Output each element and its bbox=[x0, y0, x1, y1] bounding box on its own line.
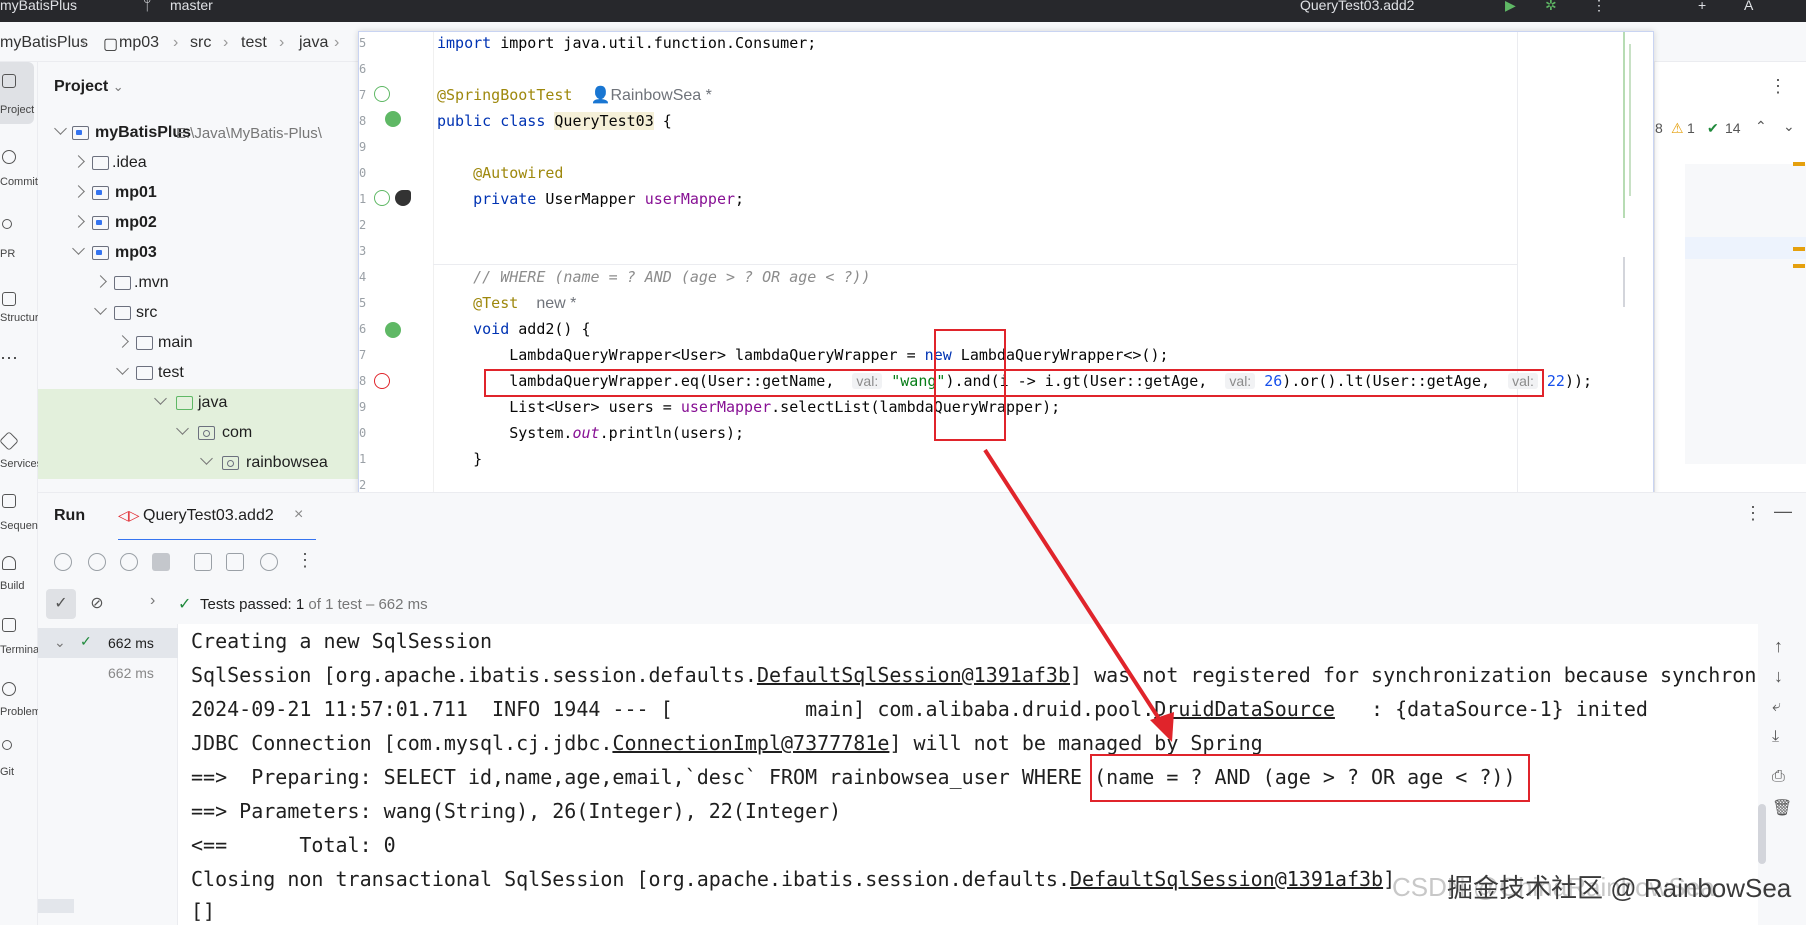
watermark: CSDN @ChinaRainbowSea 掘金技术社区 @ RainbowSe… bbox=[1392, 868, 1791, 905]
watermark-text: 掘金技术社区 @ RainbowSea bbox=[1447, 873, 1792, 903]
annotation-arrow bbox=[983, 448, 1174, 742]
